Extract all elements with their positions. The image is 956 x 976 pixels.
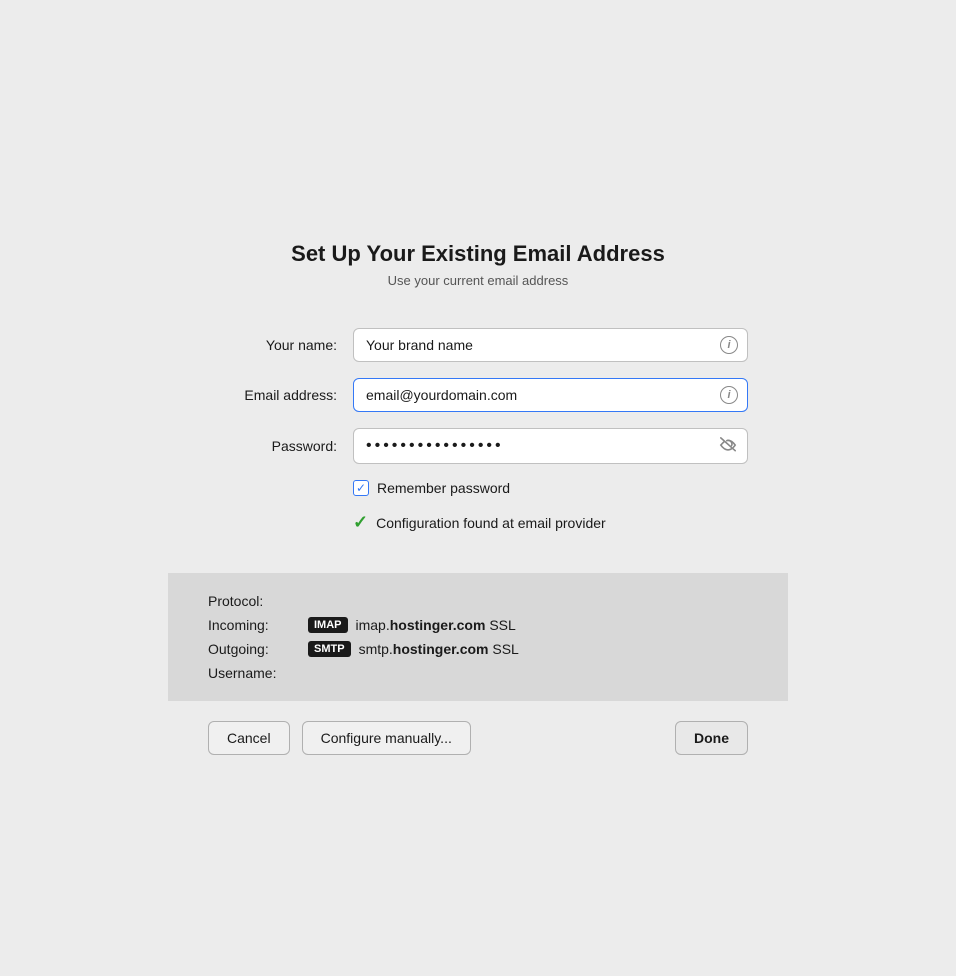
incoming-domain: hostinger.com	[390, 617, 486, 633]
remember-label: Remember password	[377, 480, 510, 496]
checkbox-check-icon: ✓	[356, 482, 366, 494]
dialog-footer: Cancel Configure manually... Done	[168, 701, 788, 775]
incoming-label: Incoming:	[208, 617, 308, 633]
password-input[interactable]	[353, 428, 748, 464]
name-input-wrapper: i	[353, 328, 748, 362]
incoming-server: imap.hostinger.com SSL	[356, 617, 516, 633]
info-circle-icon: i	[720, 336, 738, 354]
name-row: Your name: i	[208, 328, 748, 362]
remember-checkbox-wrapper[interactable]: ✓ Remember password	[353, 480, 510, 496]
outgoing-value: SMTP smtp.hostinger.com SSL	[308, 641, 519, 657]
password-input-wrapper	[353, 428, 748, 464]
protocol-row: Protocol:	[208, 593, 748, 609]
password-label: Password:	[208, 438, 353, 454]
status-row: ✓ Configuration found at email provider	[208, 512, 748, 533]
dialog: Set Up Your Existing Email Address Use y…	[168, 201, 788, 775]
email-input[interactable]	[353, 378, 748, 412]
email-input-wrapper: i	[353, 378, 748, 412]
dialog-body: Your name: i Email address: i Password:	[168, 308, 788, 573]
username-label: Username:	[208, 665, 308, 681]
email-row: Email address: i	[208, 378, 748, 412]
outgoing-domain: hostinger.com	[393, 641, 489, 657]
cancel-button[interactable]: Cancel	[208, 721, 290, 755]
smtp-badge: SMTP	[308, 641, 351, 657]
username-row: Username:	[208, 665, 748, 681]
name-input[interactable]	[353, 328, 748, 362]
incoming-security: SSL	[489, 617, 515, 633]
incoming-value: IMAP imap.hostinger.com SSL	[308, 617, 516, 633]
dialog-title: Set Up Your Existing Email Address	[208, 241, 748, 267]
dialog-header: Set Up Your Existing Email Address Use y…	[168, 201, 788, 308]
password-toggle-icon[interactable]	[718, 436, 738, 457]
footer-left-buttons: Cancel Configure manually...	[208, 721, 471, 755]
status-text: Configuration found at email provider	[376, 515, 606, 531]
incoming-row: Incoming: IMAP imap.hostinger.com SSL	[208, 617, 748, 633]
config-section: Protocol: Incoming: IMAP imap.hostinger.…	[168, 573, 788, 701]
outgoing-security: SSL	[492, 641, 518, 657]
name-label: Your name:	[208, 337, 353, 353]
remember-password-row: ✓ Remember password	[208, 480, 748, 496]
outgoing-label: Outgoing:	[208, 641, 308, 657]
dialog-subtitle: Use your current email address	[208, 273, 748, 288]
done-button[interactable]: Done	[675, 721, 748, 755]
outgoing-row: Outgoing: SMTP smtp.hostinger.com SSL	[208, 641, 748, 657]
status-check-icon: ✓	[353, 512, 368, 533]
info-circle-icon-2: i	[720, 386, 738, 404]
remember-checkbox[interactable]: ✓	[353, 480, 369, 496]
protocol-label: Protocol:	[208, 593, 308, 609]
imap-badge: IMAP	[308, 617, 348, 633]
configure-manually-button[interactable]: Configure manually...	[302, 721, 471, 755]
email-label: Email address:	[208, 387, 353, 403]
name-info-icon[interactable]: i	[720, 336, 738, 354]
password-row: Password:	[208, 428, 748, 464]
email-info-icon[interactable]: i	[720, 386, 738, 404]
outgoing-server: smtp.hostinger.com SSL	[359, 641, 519, 657]
